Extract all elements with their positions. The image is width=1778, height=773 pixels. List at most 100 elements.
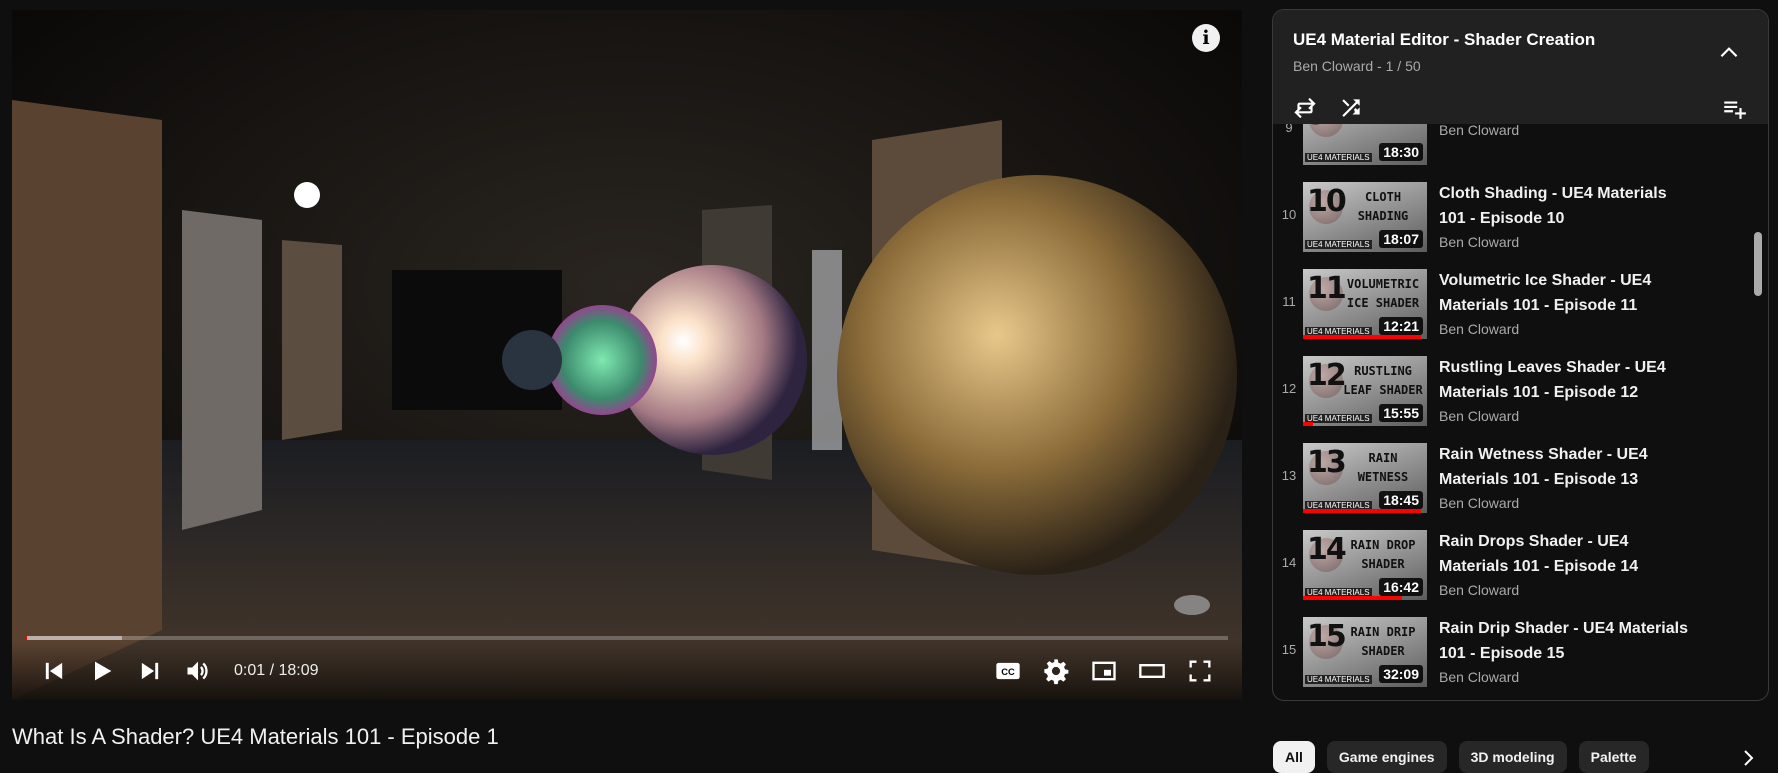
playlist-item-thumbnail[interactable]: 14 RAIN DROP SHADER UE4 MATERIALS 16:42 [1303,530,1427,600]
time-current: 0:01 [234,662,266,679]
thumbnail-episode-number: 12 [1307,358,1347,393]
playlist-item[interactable]: 15 15 RAIN DRIP SHADER UE4 MATERIALS 32:09 Ra… [1273,614,1768,700]
volume-icon[interactable] [174,647,222,695]
duration-badge: 15:55 [1379,404,1423,422]
time-display: 0:01 / 18:09 [234,662,319,680]
playlist-item-text: Rain Drip Shader - UE4 Materials 101 - E… [1439,616,1688,685]
theater-mode-icon[interactable] [1128,647,1176,695]
time-separator: / [265,662,279,679]
filter-chip[interactable]: Game engines [1326,741,1447,773]
playlist-item-text: Settings - UE4 Materials 101 - ...Ben Cl… [1439,124,1688,138]
duration-badge: 18:07 [1379,230,1423,248]
playlist-item-thumbnail[interactable]: 15 RAIN DRIP SHADER UE4 MATERIALS 32:09 [1303,617,1427,687]
playlist-item-text: Cloth Shading - UE4 Materials 101 - Epis… [1439,181,1688,250]
thumbnail-episode-topic: VOLUMETRIC ICE SHADER [1346,277,1420,310]
playlist-item-title[interactable]: Rain Drops Shader - UE4 Materials 101 - … [1439,529,1688,579]
playlist-item-title[interactable]: Rain Wetness Shader - UE4 Materials 101 … [1439,442,1688,492]
thumbnail-brand: UE4 MATERIALS [1305,240,1372,249]
playlist-item-index: 15 [1281,642,1297,657]
filter-chip[interactable]: 3D modeling [1458,741,1567,773]
play-icon[interactable] [78,647,126,695]
thumbnail-episode-number: 9 [1307,124,1328,132]
svg-text:CC: CC [1001,667,1015,677]
playlist-item-text: Rain Wetness Shader - UE4 Materials 101 … [1439,442,1688,511]
video-frame [12,10,1242,700]
thumbnail-episode-topic: CLOTH SHADING [1357,190,1409,223]
watched-progress-bar [1303,335,1421,339]
playlist-position: 1 / 50 [1385,58,1421,74]
playlist-item-channel[interactable]: Ben Cloward [1439,495,1688,511]
playlist-item-index: 14 [1281,555,1297,570]
skip-previous-icon[interactable] [30,647,78,695]
playlist-item[interactable]: 11 11 VOLUMETRIC ICE SHADER UE4 MATERIALS 12… [1273,266,1768,353]
shuffle-icon[interactable] [1333,90,1369,126]
time-total: 18:09 [278,662,319,679]
playlist-item-title[interactable]: Rustling Leaves Shader - UE4 Materials 1… [1439,355,1688,405]
player-controls: 0:01 / 18:09 CC [12,642,1242,700]
playlist-item[interactable]: 12 12 RUSTLING LEAF SHADER UE4 MATERIALS 15:… [1273,353,1768,440]
playlist-item[interactable]: 10 10 CLOTH SHADING UE4 MATERIALS 18:07 Cloth… [1273,179,1768,266]
playlist-item-title[interactable]: Rain Drip Shader - UE4 Materials 101 - E… [1439,616,1688,666]
playlist-item-channel[interactable]: Ben Cloward [1439,408,1688,424]
watched-progress-bar [1303,596,1403,600]
playlist-item-thumbnail[interactable]: 13 RAIN WETNESS UE4 MATERIALS 18:45 [1303,443,1427,513]
thumbnail-brand: UE4 MATERIALS [1305,414,1372,423]
playlist-item-text: Rain Drops Shader - UE4 Materials 101 - … [1439,529,1688,598]
thumbnail-episode-number: 10 [1307,184,1347,219]
playlist-item-thumbnail[interactable]: 9 UE4 MATERIALS 18:30 [1303,124,1427,165]
playlist-item-channel[interactable]: Ben Cloward [1439,582,1688,598]
thumbnail-episode-number: 11 [1307,271,1347,306]
playlist-item-thumbnail[interactable]: 12 RUSTLING LEAF SHADER UE4 MATERIALS 15:55 [1303,356,1427,426]
thumbnail-episode-number: 15 [1307,619,1347,654]
video-title: What Is A Shader? UE4 Materials 101 - Ep… [12,724,499,749]
skip-next-icon[interactable] [126,647,174,695]
playlist-item-index: 11 [1282,294,1296,309]
chevron-up-icon[interactable] [1716,40,1742,66]
playlist-owner[interactable]: Ben Cloward [1293,58,1373,74]
playlist-add-icon[interactable] [1716,90,1752,126]
playlist-actions [1287,90,1369,126]
playlist-title[interactable]: UE4 Material Editor - Shader Creation [1293,30,1595,50]
progress-buffered [26,636,123,640]
playlist-item-channel[interactable]: Ben Cloward [1439,669,1688,685]
duration-badge: 32:09 [1379,665,1423,683]
playlist-item-index: 9 [1285,124,1293,135]
chevron-right-icon[interactable] [1736,746,1760,770]
playlist-scrollbar[interactable] [1754,232,1762,296]
filter-chip[interactable]: All [1273,741,1315,773]
thumbnail-episode-topic: RAIN DROP SHADER [1350,538,1416,571]
playlist-item-thumbnail[interactable]: 11 VOLUMETRIC ICE SHADER UE4 MATERIALS 12:2… [1303,269,1427,339]
playlist-item[interactable]: 9 9 UE4 MATERIALS 18:30 Settings - UE4 Mater… [1273,124,1768,179]
playlist-item-channel[interactable]: Ben Cloward [1439,321,1688,337]
playlist-item-index: 13 [1281,468,1297,483]
playlist-item[interactable]: 14 14 RAIN DROP SHADER UE4 MATERIALS 16:42 Ra… [1273,527,1768,614]
thumbnail-episode-number: 13 [1307,445,1347,480]
playlist-item-channel[interactable]: Ben Cloward [1439,234,1688,250]
filter-chip[interactable]: Palette [1578,741,1649,773]
thumbnail-brand: UE4 MATERIALS [1305,675,1372,684]
loop-icon[interactable] [1287,90,1323,126]
playlist-panel: UE4 Material Editor - Shader Creation Be… [1272,9,1769,701]
thumbnail-episode-number: 14 [1307,532,1347,567]
playlist-item[interactable]: 13 13 RAIN WETNESS UE4 MATERIALS 18:45 Rain W… [1273,440,1768,527]
watched-progress-bar [1303,509,1421,513]
playlist-item-text: Rustling Leaves Shader - UE4 Materials 1… [1439,355,1688,424]
progress-bar[interactable] [26,636,1228,640]
info-icon[interactable]: i [1192,24,1220,52]
watched-progress-bar [1303,422,1313,426]
duration-badge: 18:45 [1379,491,1423,509]
video-player[interactable]: i 0:01 / 18:09 CC [12,10,1242,700]
duration-badge: 16:42 [1379,578,1423,596]
captions-icon[interactable]: CC [984,647,1032,695]
playlist-item-text: Volumetric Ice Shader - UE4 Materials 10… [1439,268,1688,337]
playlist-item-thumbnail[interactable]: 10 CLOTH SHADING UE4 MATERIALS 18:07 [1303,182,1427,252]
playlist-item-index: 12 [1281,381,1297,396]
playlist-item-channel[interactable]: Ben Cloward [1439,124,1688,138]
playlist-item-title[interactable]: Volumetric Ice Shader - UE4 Materials 10… [1439,268,1688,318]
thumbnail-episode-topic: RUSTLING LEAF SHADER [1343,364,1423,397]
gear-icon[interactable] [1032,647,1080,695]
miniplayer-icon[interactable] [1080,647,1128,695]
playlist-subtitle: Ben Cloward - 1 / 50 [1293,58,1421,74]
playlist-item-title[interactable]: Cloth Shading - UE4 Materials 101 - Epis… [1439,181,1688,231]
fullscreen-icon[interactable] [1176,647,1224,695]
